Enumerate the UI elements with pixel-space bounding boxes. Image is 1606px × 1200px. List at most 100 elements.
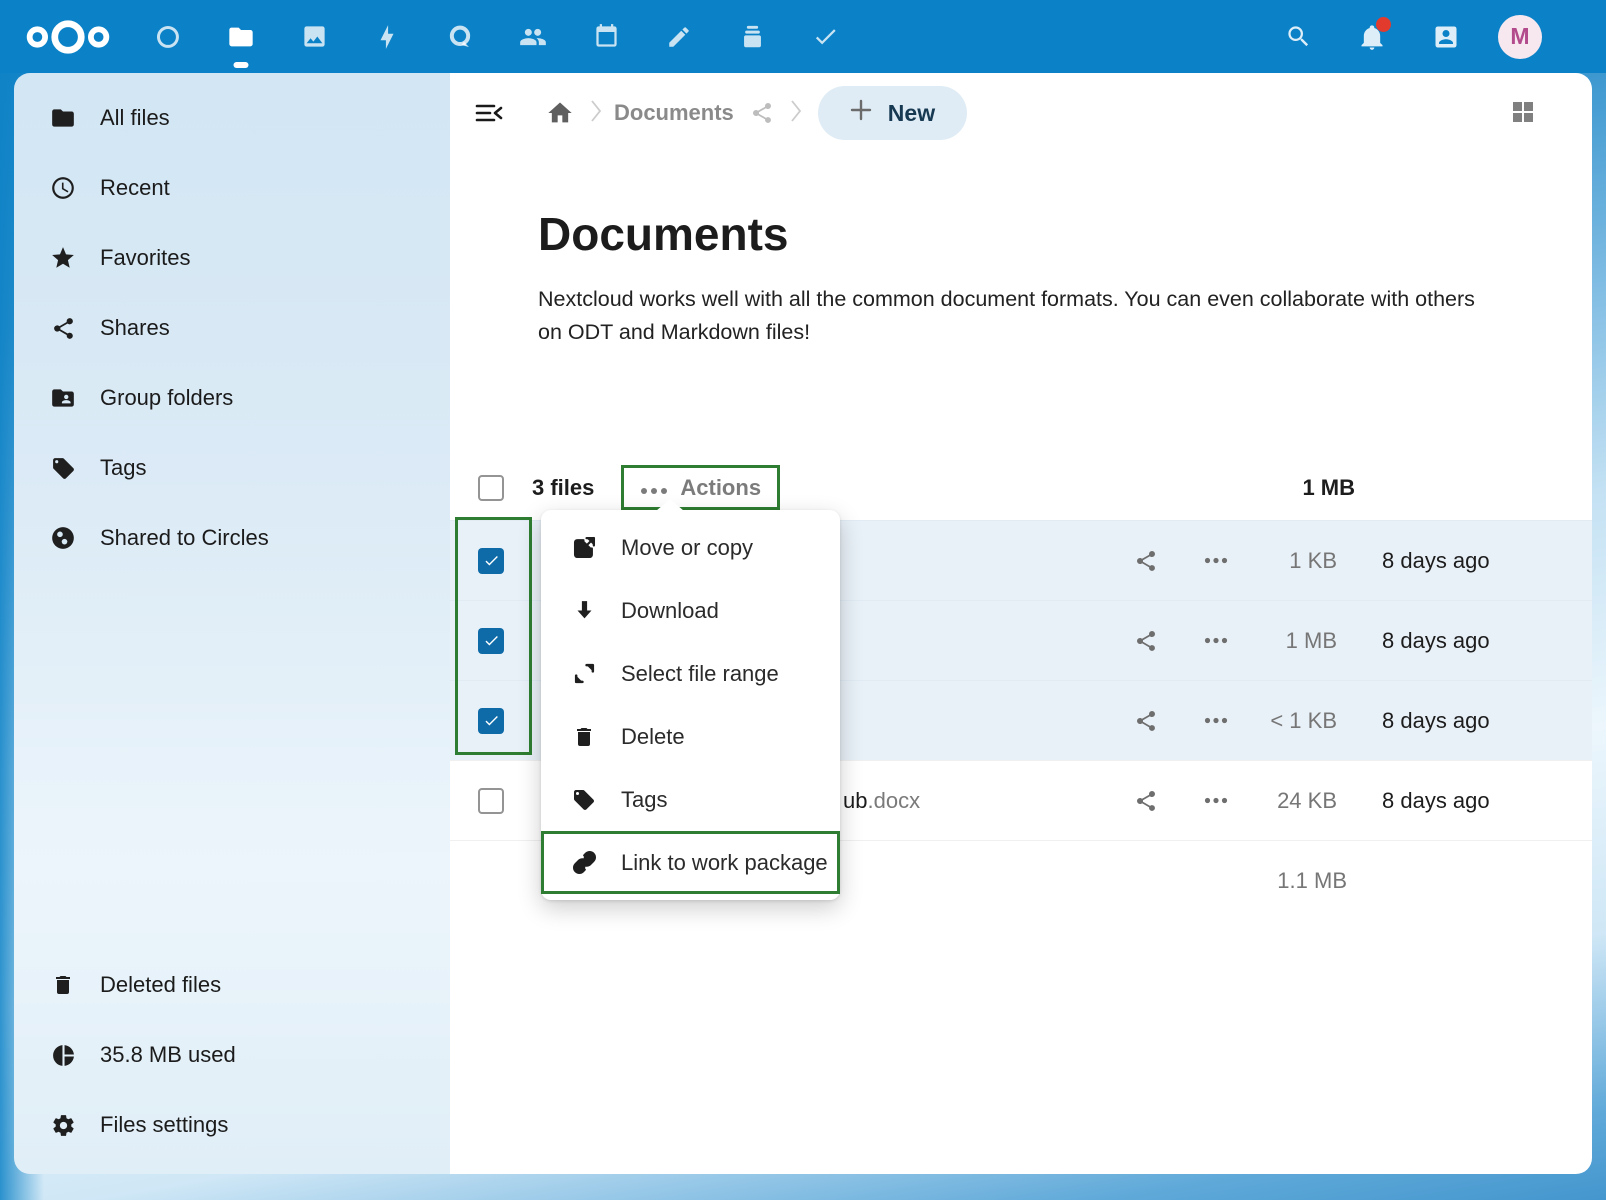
menu-item-label: Link to work package xyxy=(621,850,828,876)
row-checkbox-checked[interactable] xyxy=(478,628,504,654)
contacts-menu-icon[interactable] xyxy=(1424,0,1468,73)
file-modified: 8 days ago xyxy=(1382,628,1512,654)
folder-description-line2: on ODT and Markdown files! xyxy=(538,320,810,344)
sidebar-item-label: Favorites xyxy=(100,245,190,271)
notes-icon[interactable] xyxy=(657,0,701,73)
app-shell: All files Recent Favorites Shares Group … xyxy=(14,73,1592,1174)
link-icon xyxy=(571,850,597,876)
plus-icon xyxy=(850,99,872,127)
sidebar-item-label: 35.8 MB used xyxy=(100,1042,236,1068)
new-button[interactable]: New xyxy=(818,86,967,140)
row-actions-icon[interactable] xyxy=(1203,708,1229,734)
sidebar-item-all-files[interactable]: All files xyxy=(14,83,450,153)
notifications-bell-icon[interactable] xyxy=(1350,0,1394,73)
row-share-icon[interactable] xyxy=(1133,788,1159,814)
sidebar-item-label: Recent xyxy=(100,175,170,201)
menu-item-download[interactable]: Download xyxy=(541,579,840,642)
sidebar-item-label: Shared to Circles xyxy=(100,525,269,551)
sidebar-item-tags[interactable]: Tags xyxy=(14,433,450,503)
sidebar-item-shared-to-circles[interactable]: Shared to Circles xyxy=(14,503,450,573)
nextcloud-logo[interactable] xyxy=(22,17,114,57)
file-size: 1 MB xyxy=(1241,628,1337,654)
app-menu xyxy=(146,0,876,73)
sidebar-nav: All files Recent Favorites Shares Group … xyxy=(14,73,450,573)
folder-account-icon xyxy=(50,385,76,411)
menu-item-link-to-work-package[interactable]: Link to work package xyxy=(541,831,840,894)
file-name[interactable]: ub.docx xyxy=(843,788,920,814)
file-modified: 8 days ago xyxy=(1382,548,1512,574)
sidebar-item-recent[interactable]: Recent xyxy=(14,153,450,223)
quota-pie-icon xyxy=(50,1042,76,1068)
sidebar-item-quota[interactable]: 35.8 MB used xyxy=(14,1020,450,1090)
sidebar-item-files-settings[interactable]: Files settings xyxy=(14,1090,450,1160)
select-all-checkbox[interactable] xyxy=(478,475,504,501)
contacts-icon[interactable] xyxy=(511,0,555,73)
chevron-right-icon xyxy=(790,98,802,129)
sidebar-item-favorites[interactable]: Favorites xyxy=(14,223,450,293)
menu-item-tags[interactable]: Tags xyxy=(541,768,840,831)
activity-icon[interactable] xyxy=(365,0,409,73)
tag-icon xyxy=(50,455,76,481)
dashboard-icon[interactable] xyxy=(146,0,190,73)
gear-icon xyxy=(50,1112,76,1138)
menu-item-label: Download xyxy=(621,598,719,624)
sidebar-item-label: All files xyxy=(100,105,170,131)
circles-icon xyxy=(50,525,76,551)
calendar-icon[interactable] xyxy=(584,0,628,73)
file-size: 1 KB xyxy=(1241,548,1337,574)
files-icon[interactable] xyxy=(219,0,263,73)
folder-header: Documents Nextcloud works well with all … xyxy=(538,207,1503,349)
new-button-label: New xyxy=(888,100,935,127)
breadcrumb-share-icon[interactable] xyxy=(750,101,774,125)
row-actions-icon[interactable] xyxy=(1203,548,1229,574)
top-bar: M xyxy=(0,0,1606,73)
row-actions-icon[interactable] xyxy=(1203,788,1229,814)
row-share-icon[interactable] xyxy=(1133,708,1159,734)
sidebar-item-label: Shares xyxy=(100,315,170,341)
file-modified: 8 days ago xyxy=(1382,708,1512,734)
ellipsis-icon xyxy=(640,475,668,501)
row-checkbox-checked[interactable] xyxy=(478,548,504,574)
menu-item-delete[interactable]: Delete xyxy=(541,705,840,768)
active-app-indicator xyxy=(234,62,249,68)
grid-view-icon[interactable] xyxy=(1512,101,1534,123)
tasks-icon[interactable] xyxy=(803,0,847,73)
sidebar-item-group-folders[interactable]: Group folders xyxy=(14,363,450,433)
row-checkbox-checked[interactable] xyxy=(478,708,504,734)
photos-icon[interactable] xyxy=(292,0,336,73)
files-sidebar: All files Recent Favorites Shares Group … xyxy=(14,73,450,1174)
move-icon xyxy=(571,535,597,561)
clock-icon xyxy=(50,175,76,201)
controls-bar: Documents New xyxy=(450,85,1592,141)
select-range-icon xyxy=(571,661,597,687)
share-icon xyxy=(50,315,76,341)
breadcrumb-current[interactable]: Documents xyxy=(614,100,734,126)
sidebar-footer: Deleted files 35.8 MB used Files setting… xyxy=(14,950,450,1160)
folder-description[interactable]: Nextcloud works well with all the common… xyxy=(538,283,1503,349)
row-share-icon[interactable] xyxy=(1133,548,1159,574)
menu-item-select-file-range[interactable]: Select file range xyxy=(541,642,840,705)
sidebar-item-deleted-files[interactable]: Deleted files xyxy=(14,950,450,1020)
sidebar-item-label: Tags xyxy=(100,455,146,481)
menu-item-move-or-copy[interactable]: Move or copy xyxy=(541,516,840,579)
unified-search-icon[interactable] xyxy=(1276,0,1320,73)
selected-count: 3 files xyxy=(532,475,594,501)
row-checkbox[interactable] xyxy=(478,788,504,814)
file-size: 24 KB xyxy=(1241,788,1337,814)
menu-item-label: Delete xyxy=(621,724,685,750)
talk-icon[interactable] xyxy=(438,0,482,73)
file-extension: .docx xyxy=(867,788,920,813)
sidebar-toggle-icon[interactable] xyxy=(474,99,504,127)
download-icon xyxy=(571,598,597,624)
row-share-icon[interactable] xyxy=(1133,628,1159,654)
delete-icon xyxy=(571,724,597,750)
home-icon[interactable] xyxy=(546,99,574,127)
avatar[interactable]: M xyxy=(1498,15,1542,59)
trash-icon xyxy=(50,972,76,998)
actions-button[interactable]: Actions xyxy=(621,465,780,510)
sidebar-item-shares[interactable]: Shares xyxy=(14,293,450,363)
page-title: Documents xyxy=(538,207,1503,261)
row-actions-icon[interactable] xyxy=(1203,628,1229,654)
list-total-size: 1.1 MB xyxy=(1277,868,1347,894)
deck-icon[interactable] xyxy=(730,0,774,73)
